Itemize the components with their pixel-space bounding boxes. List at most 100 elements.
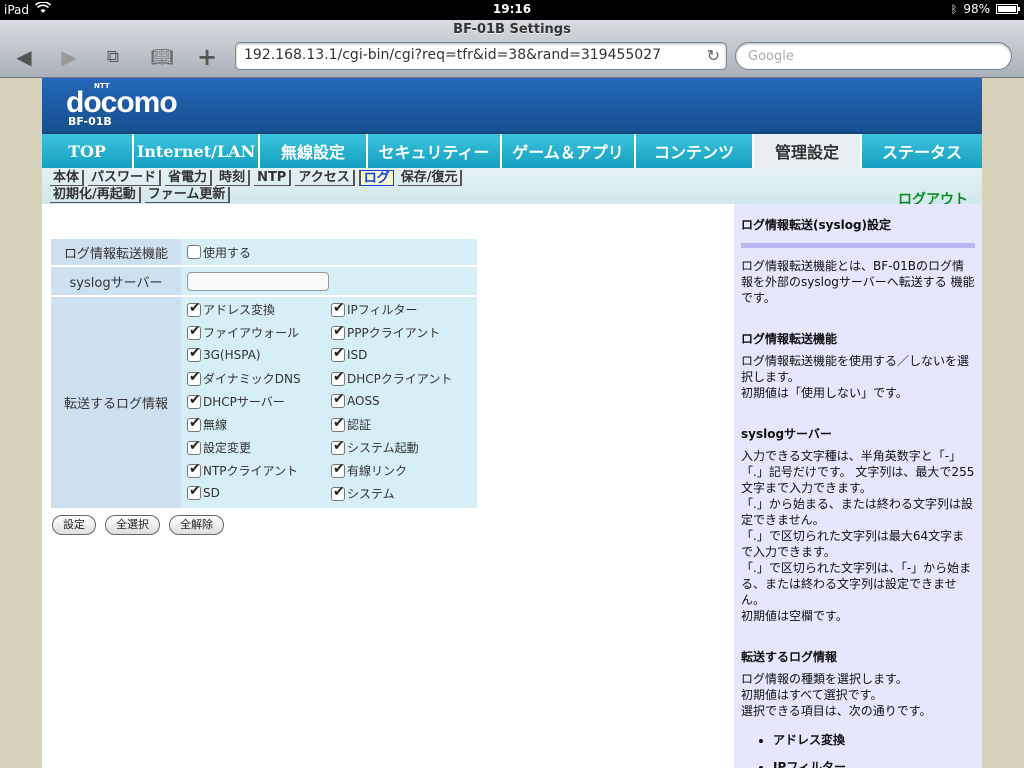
subtab-log[interactable]: ログ xyxy=(358,170,394,186)
help-list-item: IPフィルター xyxy=(773,758,975,768)
log-item: 設定変更 xyxy=(187,438,331,458)
subtab-save-restore[interactable]: 保存/復元 xyxy=(397,170,463,186)
log-item-label: NTPクライアント xyxy=(203,464,299,478)
log-item: AOSS xyxy=(331,391,471,412)
log-item-checkbox[interactable] xyxy=(187,461,201,478)
log-item-checkbox[interactable] xyxy=(331,391,345,408)
subtab-device[interactable]: 本体 xyxy=(50,170,85,186)
log-item: 有線リンク xyxy=(331,461,471,481)
log-item: ダイナミックDNS xyxy=(187,369,331,389)
subtab-access[interactable]: アクセス xyxy=(295,170,355,186)
help-loginfo-list: アドレス変換 IPフィルター xyxy=(741,731,975,768)
log-item-checkbox[interactable] xyxy=(331,369,345,386)
log-item-label: SD xyxy=(203,485,220,500)
log-item-label: ファイアウォール xyxy=(203,326,300,340)
log-item-label: AOSS xyxy=(347,393,380,408)
search-placeholder: Google xyxy=(748,49,794,64)
log-item: NTPクライアント xyxy=(187,461,331,481)
log-item-checkbox[interactable] xyxy=(331,300,345,317)
main-tabs: TOP Internet/LAN 無線設定 セキュリティー ゲーム＆アプリ コン… xyxy=(42,134,982,168)
help-panel: ログ情報転送(syslog)設定 ログ情報転送機能とは、BF-01Bのログ情報を… xyxy=(734,204,982,768)
log-item: DHCPサーバー xyxy=(187,392,331,412)
log-item-checkbox[interactable] xyxy=(187,392,201,409)
log-item: DHCPクライアント xyxy=(331,369,471,389)
log-item-checkbox[interactable] xyxy=(331,323,345,340)
tab-game-apps[interactable]: ゲーム＆アプリ xyxy=(502,134,636,168)
log-info-label: 転送するログ情報 xyxy=(51,297,181,508)
help-transfer-default: 初期値は「使用しない」です。 xyxy=(741,386,908,400)
log-item-checkbox[interactable] xyxy=(331,461,345,478)
log-item-checkbox[interactable] xyxy=(331,345,345,362)
help-intro: ログ情報転送機能とは、BF-01Bのログ情報を外部のsyslogサーバーへ転送す… xyxy=(741,259,975,305)
set-button[interactable]: 設定 xyxy=(52,515,96,535)
tab-admin[interactable]: 管理設定 xyxy=(754,134,862,168)
search-field[interactable]: Google xyxy=(735,42,1012,70)
tab-security[interactable]: セキュリティー xyxy=(368,134,502,168)
log-item: PPPクライアント xyxy=(331,323,471,343)
log-item: アドレス変換 xyxy=(187,300,331,320)
log-item-checkbox[interactable] xyxy=(187,369,201,386)
subtab-firmware-update[interactable]: ファーム更新 xyxy=(144,187,231,203)
back-button[interactable]: ◀ xyxy=(10,44,38,70)
reload-icon[interactable]: ↻ xyxy=(707,46,720,65)
log-item-checkbox[interactable] xyxy=(187,345,201,362)
url-text: 192.168.13.1/cgi-bin/cgi?req=tfr&id=38&r… xyxy=(244,47,662,63)
sub-tabs: 本体 パスワード 省電力 時刻 NTP アクセス ログ 保存/復元 初期化/再起… xyxy=(42,168,982,208)
subtab-clock[interactable]: 時刻 xyxy=(216,170,251,186)
log-item-label: システム起動 xyxy=(347,441,419,455)
transfer-enable-label: 使用する xyxy=(203,245,252,260)
help-loginfo-default: 初期値はすべて選択です。 xyxy=(741,688,883,702)
log-item-checkbox[interactable] xyxy=(331,484,345,501)
help-syslog-title: syslogサーバー xyxy=(741,427,832,441)
page-title: BF-01B Settings xyxy=(453,22,571,37)
tab-wireless[interactable]: 無線設定 xyxy=(260,134,368,168)
help-transfer-text: ログ情報転送機能を使用する／しないを選択します。 xyxy=(741,354,970,384)
help-syslog-text2: 「.」から始まる、または終わる文字列は設定できません。 xyxy=(741,497,973,527)
status-bar: iPad 19:16 ᛒ 98% xyxy=(0,0,1024,20)
log-item-checkbox[interactable] xyxy=(187,300,201,317)
tabs-icon[interactable]: ⧉ xyxy=(99,44,127,70)
url-field[interactable]: 192.168.13.1/cgi-bin/cgi?req=tfr&id=38&r… xyxy=(235,42,727,70)
log-item-label: IPフィルター xyxy=(347,303,418,317)
log-item-checkbox[interactable] xyxy=(331,438,345,455)
tab-status[interactable]: ステータス xyxy=(862,134,982,168)
log-item: システム xyxy=(331,484,471,504)
tab-internet-lan[interactable]: Internet/LAN xyxy=(134,134,260,168)
log-items-grid: アドレス変換 IPフィルターファイアウォール PPPクライアント 3G(HSPA) IS… xyxy=(187,300,471,504)
bookmarks-icon[interactable]: 📖︎ xyxy=(148,44,176,70)
battery-percent: 98% xyxy=(963,2,990,16)
help-loginfo-text: ログ情報の種類を選択します。 xyxy=(741,672,908,686)
subtab-init-reboot[interactable]: 初期化/再起動 xyxy=(50,187,141,203)
log-settings-table: ログ情報転送機能 使用する syslogサーバー 転送するログ情報 アドレス変換… xyxy=(51,237,477,510)
transfer-enable-checkbox[interactable] xyxy=(187,245,201,259)
transfer-label: ログ情報転送機能 xyxy=(51,239,181,265)
deselect-all-button[interactable]: 全解除 xyxy=(169,515,224,535)
subtab-password[interactable]: パスワード xyxy=(88,170,162,186)
log-item-label: 有線リンク xyxy=(347,464,408,478)
log-item: ISD xyxy=(331,345,471,366)
log-item-checkbox[interactable] xyxy=(187,438,201,455)
subtab-power-save[interactable]: 省電力 xyxy=(165,170,213,186)
log-item-checkbox[interactable] xyxy=(331,415,345,432)
log-item: IPフィルター xyxy=(331,300,471,320)
select-all-button[interactable]: 全選択 xyxy=(105,515,160,535)
log-item-label: DHCPクライアント xyxy=(347,372,453,386)
log-item-label: 設定変更 xyxy=(203,441,252,455)
help-syslog-default: 初期値は空欄です。 xyxy=(741,609,848,623)
log-item-label: DHCPサーバー xyxy=(203,395,285,409)
subtab-ntp[interactable]: NTP xyxy=(254,170,292,186)
add-icon[interactable]: + xyxy=(193,43,221,71)
syslog-label: syslogサーバー xyxy=(51,267,181,295)
log-item-checkbox[interactable] xyxy=(187,483,201,500)
tab-contents[interactable]: コンテンツ xyxy=(636,134,754,168)
bluetooth-icon: ᛒ xyxy=(950,2,958,16)
syslog-server-input[interactable] xyxy=(187,271,329,291)
log-item-label: アドレス変換 xyxy=(203,303,276,317)
log-item-checkbox[interactable] xyxy=(187,415,201,432)
forward-button[interactable]: ▶ xyxy=(55,44,83,70)
log-item-checkbox[interactable] xyxy=(187,323,201,340)
help-loginfo-title: 転送するログ情報 xyxy=(741,650,838,664)
tab-top[interactable]: TOP xyxy=(42,134,134,168)
log-item-label: 無線 xyxy=(203,418,228,432)
help-divider xyxy=(741,243,975,248)
